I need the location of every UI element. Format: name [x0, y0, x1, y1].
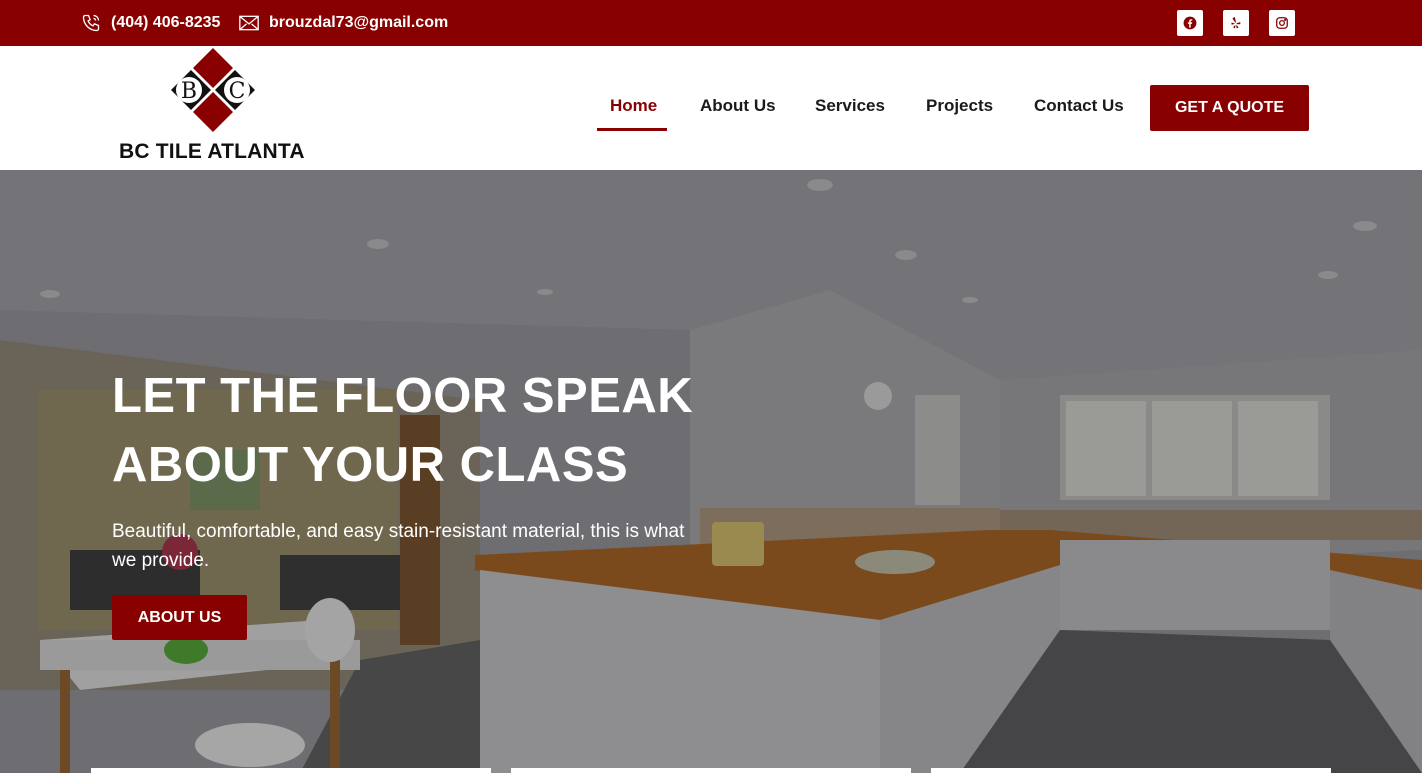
top-bar: (404) 406-8235 brouzdal73@gmail.com: [0, 0, 1422, 46]
nav-projects[interactable]: Projects: [926, 96, 993, 116]
logo-letter-c: C: [229, 79, 246, 104]
feature-card: [91, 768, 491, 773]
get-a-quote-button[interactable]: GET A QUOTE: [1150, 85, 1309, 131]
hero-section: LET THE FLOOR SPEAK ABOUT YOUR CLASS Bea…: [0, 170, 1422, 773]
email-contact[interactable]: brouzdal73@gmail.com: [239, 12, 448, 34]
envelope-icon: [239, 15, 259, 31]
site-header: B C BC TILE ATLANTA Home About Us Servic…: [0, 46, 1422, 170]
facebook-icon: [1183, 16, 1197, 30]
logo-text: BC TILE ATLANTA: [119, 140, 305, 163]
phone-icon: [82, 14, 100, 32]
nav-services[interactable]: Services: [815, 96, 885, 116]
hero-subtitle: Beautiful, comfortable, and easy stain-r…: [112, 521, 685, 571]
logo-letter-b: B: [181, 79, 197, 104]
site-logo[interactable]: B C BC TILE ATLANTA: [119, 46, 319, 170]
email-address[interactable]: brouzdal73@gmail.com: [269, 14, 448, 32]
nav-active-underline: [597, 128, 667, 131]
yelp-icon: [1231, 17, 1241, 29]
feature-card: [931, 768, 1331, 773]
facebook-link[interactable]: [1177, 10, 1203, 36]
nav-home[interactable]: Home: [610, 96, 657, 116]
nav-about-us[interactable]: About Us: [700, 96, 776, 116]
nav-contact-us[interactable]: Contact Us: [1034, 96, 1124, 116]
feature-card: [511, 768, 911, 773]
yelp-link[interactable]: [1223, 10, 1249, 36]
phone-number[interactable]: (404) 406-8235: [111, 14, 220, 32]
instagram-icon: [1276, 17, 1288, 29]
instagram-link[interactable]: [1269, 10, 1295, 36]
phone-contact[interactable]: (404) 406-8235: [81, 12, 220, 34]
hero-title: LET THE FLOOR SPEAK ABOUT YOUR CLASS: [112, 369, 694, 492]
logo-diamond-mark: B C: [171, 48, 255, 132]
about-us-button[interactable]: ABOUT US: [112, 595, 247, 640]
